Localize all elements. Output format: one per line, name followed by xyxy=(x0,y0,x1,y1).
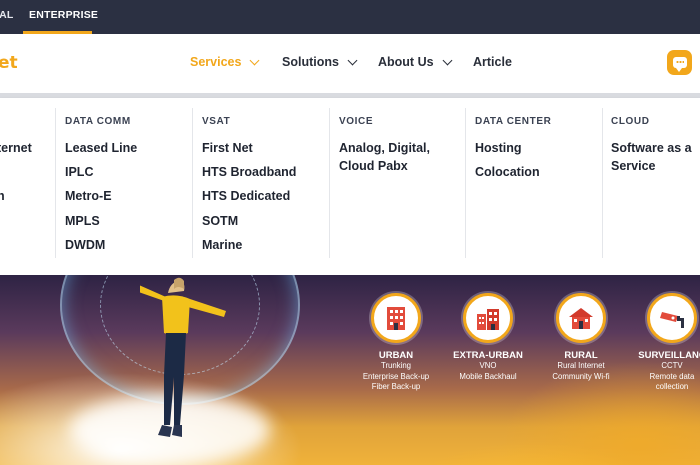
menu-item-mpls[interactable]: MPLS xyxy=(65,212,100,230)
segment-line: Trunking xyxy=(380,361,412,370)
menu-item-sotm[interactable]: SOTM xyxy=(202,212,238,230)
nav-services-label: Services xyxy=(190,55,242,69)
segment-line: Mobile Backhaul xyxy=(459,371,517,381)
menu-item-iplc[interactable]: IPLC xyxy=(65,163,93,181)
column-divider xyxy=(192,108,193,258)
extra-urban-building-icon xyxy=(463,293,513,343)
segment-line: Fiber Back-up xyxy=(371,382,421,391)
menu-column-voice: VOICE Analog, Digital, Cloud Pabx xyxy=(329,98,465,275)
menu-item-metro-e[interactable]: Metro-E xyxy=(65,187,112,205)
segment-rural[interactable]: RURAL Rural Internet Community Wi-fi xyxy=(541,293,621,382)
segment-line: collection xyxy=(655,382,689,391)
chat-button[interactable] xyxy=(667,50,692,75)
menu-item-cloud-pabx[interactable]: Cloud Pabx xyxy=(339,157,408,175)
menu-item-saas[interactable]: Software as a xyxy=(611,139,692,157)
segment-line: CCTV xyxy=(661,361,683,370)
menu-column-heading: CLOUD xyxy=(611,116,650,127)
nav-solutions[interactable]: Solutions xyxy=(282,55,358,69)
menu-column-internet: ternet n xyxy=(0,98,55,275)
column-divider xyxy=(329,108,330,258)
services-mega-menu: ternet n DATA COMM Leased Line IPLC Metr… xyxy=(0,98,700,275)
segment-surveillance[interactable]: SURVEILLANC CCTV Remote data collection xyxy=(632,293,700,393)
segment-line: Community Wi-fi xyxy=(552,371,610,381)
chevron-down-icon xyxy=(249,55,260,65)
column-divider xyxy=(602,108,603,258)
menu-column-heading: DATA CENTER xyxy=(475,116,552,127)
menu-column-heading: VOICE xyxy=(339,116,374,127)
menu-item-colocation[interactable]: Colocation xyxy=(475,163,540,181)
menu-item-hts-dedicated[interactable]: HTS Dedicated xyxy=(202,187,290,205)
segment-line: VNO xyxy=(479,361,497,370)
menu-item[interactable]: n xyxy=(0,187,5,205)
segment-title: SURVEILLANC xyxy=(638,350,700,361)
nav-solutions-label: Solutions xyxy=(282,55,339,69)
menu-item[interactable]: ternet xyxy=(0,139,32,157)
menu-item-hosting[interactable]: Hosting xyxy=(475,139,522,157)
segment-title: EXTRA-URBAN xyxy=(453,350,523,361)
menu-column-data-center: DATA CENTER Hosting Colocation xyxy=(465,98,602,275)
urban-building-icon xyxy=(371,293,421,343)
brand-logo[interactable]: et xyxy=(0,53,18,73)
segment-tab-partial[interactable]: IAL xyxy=(0,9,14,21)
rural-house-icon xyxy=(556,293,606,343)
person-illustration xyxy=(140,277,226,437)
nav-article[interactable]: Article xyxy=(473,55,512,69)
menu-column-heading: VSAT xyxy=(202,116,231,127)
hero-banner: URBAN Trunking Enterprise Back-up Fiber … xyxy=(0,275,700,465)
menu-item-analog-digital[interactable]: Analog, Digital, xyxy=(339,139,430,157)
top-bar: IAL ENTERPRISE xyxy=(0,0,700,34)
segment-title: RURAL xyxy=(564,350,598,361)
menu-item-saas-2[interactable]: Service xyxy=(611,157,655,175)
column-divider xyxy=(55,108,56,258)
segment-line: Enterprise Back-up xyxy=(362,371,430,381)
chevron-down-icon xyxy=(347,55,358,65)
cctv-camera-icon xyxy=(647,293,697,343)
menu-item-hts-broadband[interactable]: HTS Broadband xyxy=(202,163,296,181)
nav-services[interactable]: Services xyxy=(190,55,260,69)
menu-column-cloud: CLOUD Software as a Service xyxy=(602,98,700,275)
chevron-down-icon xyxy=(442,55,453,65)
segment-title: URBAN xyxy=(378,350,414,361)
main-header: et Services Solutions About Us Article xyxy=(0,34,700,94)
menu-item-marine[interactable]: Marine xyxy=(202,236,242,254)
nav-about-us[interactable]: About Us xyxy=(378,55,453,69)
menu-column-heading: DATA COMM xyxy=(65,116,131,127)
segment-line: Rural Internet xyxy=(557,361,605,370)
menu-item-dwdm[interactable]: DWDM xyxy=(65,236,105,254)
column-divider xyxy=(465,108,466,258)
chat-bubble-icon xyxy=(672,57,687,72)
nav-about-us-label: About Us xyxy=(378,55,434,69)
segment-extra-urban[interactable]: EXTRA-URBAN VNO Mobile Backhaul xyxy=(448,293,528,382)
segment-urban[interactable]: URBAN Trunking Enterprise Back-up Fiber … xyxy=(356,293,436,393)
segment-line: Remote data xyxy=(649,371,695,381)
menu-item-first-net[interactable]: First Net xyxy=(202,139,253,157)
menu-item-leased-line[interactable]: Leased Line xyxy=(65,139,137,157)
menu-column-vsat: VSAT First Net HTS Broadband HTS Dedicat… xyxy=(192,98,329,275)
segment-tab-enterprise[interactable]: ENTERPRISE xyxy=(29,9,98,21)
nav-article-label: Article xyxy=(473,55,512,69)
menu-column-data-comm: DATA COMM Leased Line IPLC Metro-E MPLS … xyxy=(55,98,192,275)
